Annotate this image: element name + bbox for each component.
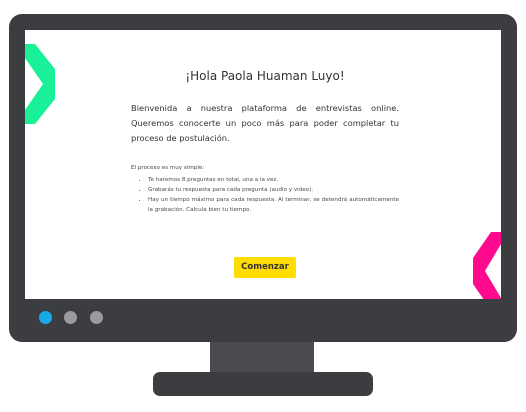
indicator-dot bbox=[90, 311, 103, 324]
start-button[interactable]: Comenzar bbox=[234, 257, 296, 278]
greeting-title: ¡Hola Paola Huaman Luyo! bbox=[185, 69, 345, 83]
monitor-frame: ¡Hola Paola Huaman Luyo! Bienvenida a nu… bbox=[9, 14, 517, 342]
indicator-dot-active bbox=[39, 311, 52, 324]
welcome-text: Bienvenida a nuestra plataforma de entre… bbox=[131, 103, 399, 143]
indicator-dot bbox=[64, 311, 77, 324]
list-item: Hay un tiempo máximo para cada respuesta… bbox=[148, 195, 399, 215]
process-intro: El proceso es muy simple: bbox=[131, 165, 205, 171]
list-item: Grabarás tu respuesta para cada pregunta… bbox=[148, 185, 399, 195]
monitor-stand-base bbox=[153, 372, 373, 396]
green-chevron-decoration bbox=[25, 44, 55, 124]
process-steps-list: Te haremos 8 preguntas en total, una a l… bbox=[131, 175, 399, 215]
screen: ¡Hola Paola Huaman Luyo! Bienvenida a nu… bbox=[25, 30, 501, 299]
list-item: Te haremos 8 preguntas en total, una a l… bbox=[148, 175, 399, 185]
pink-chevron-decoration bbox=[473, 232, 501, 299]
monitor-stand-neck bbox=[210, 342, 314, 374]
